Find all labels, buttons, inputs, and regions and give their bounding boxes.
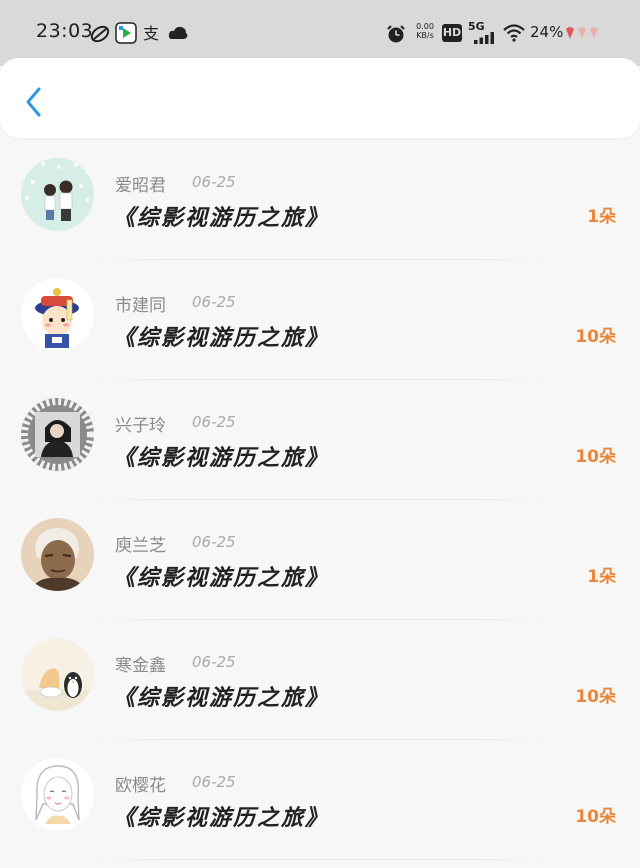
- alarm-icon: [387, 25, 405, 43]
- hd-badge: HD: [442, 24, 462, 42]
- status-bar: 23:03 支 0.00 KB/s HD 5G 24%: [0, 0, 640, 66]
- record-date: 06-25: [192, 653, 236, 671]
- record-date: 06-25: [192, 533, 236, 551]
- gift-amount: 10朵: [575, 447, 616, 467]
- gift-amount: 10朵: [575, 687, 616, 707]
- signal-5g: 5G: [468, 20, 498, 44]
- penguin-illustration-avatar: [21, 638, 94, 711]
- girl-photo-avatar: [21, 398, 94, 471]
- svg-text:支: 支: [143, 24, 159, 43]
- signal-bars-icon: [474, 32, 494, 44]
- sender-name: 爱昭君: [115, 176, 166, 196]
- status-time: 23:03: [36, 20, 94, 42]
- elderly-man-sepia-avatar: [21, 518, 94, 591]
- avatar[interactable]: [21, 758, 94, 831]
- top-header: [0, 58, 640, 138]
- record-date: 06-25: [192, 413, 236, 431]
- battery-strawberry-icon: [566, 27, 598, 39]
- record-date: 06-25: [192, 773, 236, 791]
- gift-amount: 10朵: [575, 807, 616, 827]
- leaf-app-icon: [90, 25, 110, 43]
- couple-illustration-avatar: [21, 158, 94, 231]
- net-speed-value: 0.00: [416, 22, 434, 31]
- list-item[interactable]: 寒金鑫 06-25 《综影视游历之旅》 10朵: [0, 620, 640, 740]
- avatar[interactable]: [21, 158, 94, 231]
- sender-name: 庾兰芝: [115, 536, 166, 556]
- avatar[interactable]: [21, 638, 94, 711]
- alipay-icon: 支: [143, 24, 159, 43]
- cloud-app-icon: [168, 26, 188, 39]
- avatar[interactable]: [21, 518, 94, 591]
- sender-name: 欧樱花: [115, 776, 166, 796]
- record-date: 06-25: [192, 173, 236, 191]
- avatar[interactable]: [21, 278, 94, 351]
- net-speed: 0.00 KB/s: [414, 22, 436, 40]
- list-item[interactable]: 欧樱花 06-25 《综影视游历之旅》 10朵: [0, 740, 640, 860]
- list-item[interactable]: 兴子玲 06-25 《综影视游历之旅》 10朵: [0, 380, 640, 500]
- divider: [88, 859, 552, 860]
- qing-official-cartoon-avatar: [21, 278, 94, 351]
- sender-name: 兴子玲: [115, 416, 166, 436]
- sender-name: 寒金鑫: [115, 656, 166, 676]
- video-app-icon: [115, 22, 137, 44]
- book-title: 《综影视游历之旅》: [113, 205, 330, 231]
- book-title: 《综影视游历之旅》: [113, 565, 330, 591]
- gift-amount: 10朵: [575, 327, 616, 347]
- girl-sketch-avatar: [21, 758, 94, 831]
- list-item[interactable]: 庾兰芝 06-25 《综影视游历之旅》 1朵: [0, 500, 640, 620]
- battery-percent: 24%: [530, 23, 564, 41]
- back-button[interactable]: [20, 84, 50, 120]
- list-item[interactable]: 爱昭君 06-25 《综影视游历之旅》 1朵: [0, 140, 640, 260]
- record-date: 06-25: [192, 293, 236, 311]
- gift-amount: 1朵: [587, 207, 616, 227]
- net-speed-unit: KB/s: [416, 31, 434, 40]
- gift-amount: 1朵: [587, 567, 616, 587]
- chevron-left-icon: [26, 87, 41, 117]
- book-title: 《综影视游历之旅》: [113, 685, 330, 711]
- sender-name: 市建同: [115, 296, 166, 316]
- book-title: 《综影视游历之旅》: [113, 325, 330, 351]
- avatar[interactable]: [21, 398, 94, 471]
- book-title: 《综影视游历之旅》: [113, 805, 330, 831]
- book-title: 《综影视游历之旅》: [113, 445, 330, 471]
- list-item[interactable]: 市建同 06-25 《综影视游历之旅》 10朵: [0, 260, 640, 380]
- gift-record-list: 爱昭君 06-25 《综影视游历之旅》 1朵 市建同 06-25 《综影视游历之…: [0, 140, 640, 860]
- wifi-icon: [503, 24, 525, 42]
